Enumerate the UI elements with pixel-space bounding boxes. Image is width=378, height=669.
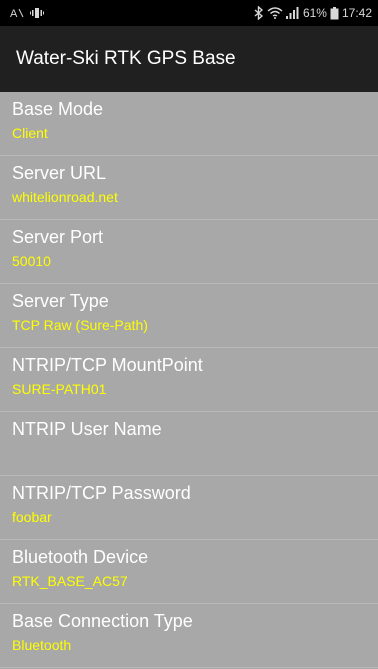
pref-server-type[interactable]: Server Type TCP Raw (Sure-Path) bbox=[0, 284, 378, 348]
pref-summary: whitelionroad.net bbox=[12, 189, 118, 205]
pref-mountpoint[interactable]: NTRIP/TCP MountPoint SURE-PATH01 bbox=[0, 348, 378, 412]
signal-icon bbox=[285, 7, 300, 19]
pref-title: Server URL bbox=[12, 163, 107, 183]
pref-title: Base Connection Type bbox=[12, 611, 193, 631]
pref-title: Server Port bbox=[12, 227, 104, 247]
pref-bluetooth-device[interactable]: Bluetooth Device RTK_BASE_AC57 bbox=[0, 540, 378, 604]
pref-base-connection-type[interactable]: Base Connection Type Bluetooth bbox=[0, 604, 378, 668]
pref-server-url[interactable]: Server URL whitelionroad.net bbox=[0, 156, 378, 220]
pref-base-mode[interactable]: Base Mode Client bbox=[0, 92, 378, 156]
notification-app-icon: A bbox=[10, 7, 24, 19]
clock: 17:42 bbox=[341, 6, 372, 20]
pref-summary bbox=[12, 444, 378, 463]
pref-summary: Bluetooth bbox=[12, 637, 72, 653]
wifi-icon bbox=[267, 7, 283, 19]
pref-title: NTRIP/TCP Password bbox=[12, 483, 191, 503]
pref-password[interactable]: NTRIP/TCP Password foobar bbox=[0, 476, 378, 540]
pref-title: Server Type bbox=[12, 291, 109, 311]
svg-text:A: A bbox=[10, 8, 18, 19]
vibrate-icon bbox=[30, 7, 44, 19]
app-bar: Water-Ski RTK GPS Base bbox=[0, 26, 378, 92]
status-right: 61% 17:42 bbox=[254, 6, 372, 20]
status-left: A bbox=[10, 7, 44, 19]
pref-title: Bluetooth Device bbox=[12, 547, 149, 567]
bluetooth-icon bbox=[254, 6, 264, 20]
pref-summary: foobar bbox=[12, 509, 52, 525]
pref-ntrip-user-name[interactable]: NTRIP User Name bbox=[0, 412, 378, 476]
battery-icon bbox=[330, 6, 339, 20]
status-bar: A 61% 17:42 bbox=[0, 0, 378, 26]
pref-server-port[interactable]: Server Port 50010 bbox=[0, 220, 378, 284]
pref-summary: RTK_BASE_AC57 bbox=[12, 573, 128, 589]
pref-summary: 50010 bbox=[12, 253, 51, 269]
app-title: Water-Ski RTK GPS Base bbox=[16, 48, 236, 69]
pref-summary: SURE-PATH01 bbox=[12, 381, 107, 397]
pref-summary: TCP Raw (Sure-Path) bbox=[12, 317, 148, 333]
pref-summary: Client bbox=[12, 125, 48, 141]
pref-title: Base Mode bbox=[12, 99, 104, 119]
preference-list: Base Mode Client Server URL whitelionroa… bbox=[0, 92, 378, 668]
pref-title: NTRIP/TCP MountPoint bbox=[12, 355, 203, 375]
pref-title: NTRIP User Name bbox=[12, 419, 162, 439]
battery-percent: 61% bbox=[302, 6, 327, 20]
